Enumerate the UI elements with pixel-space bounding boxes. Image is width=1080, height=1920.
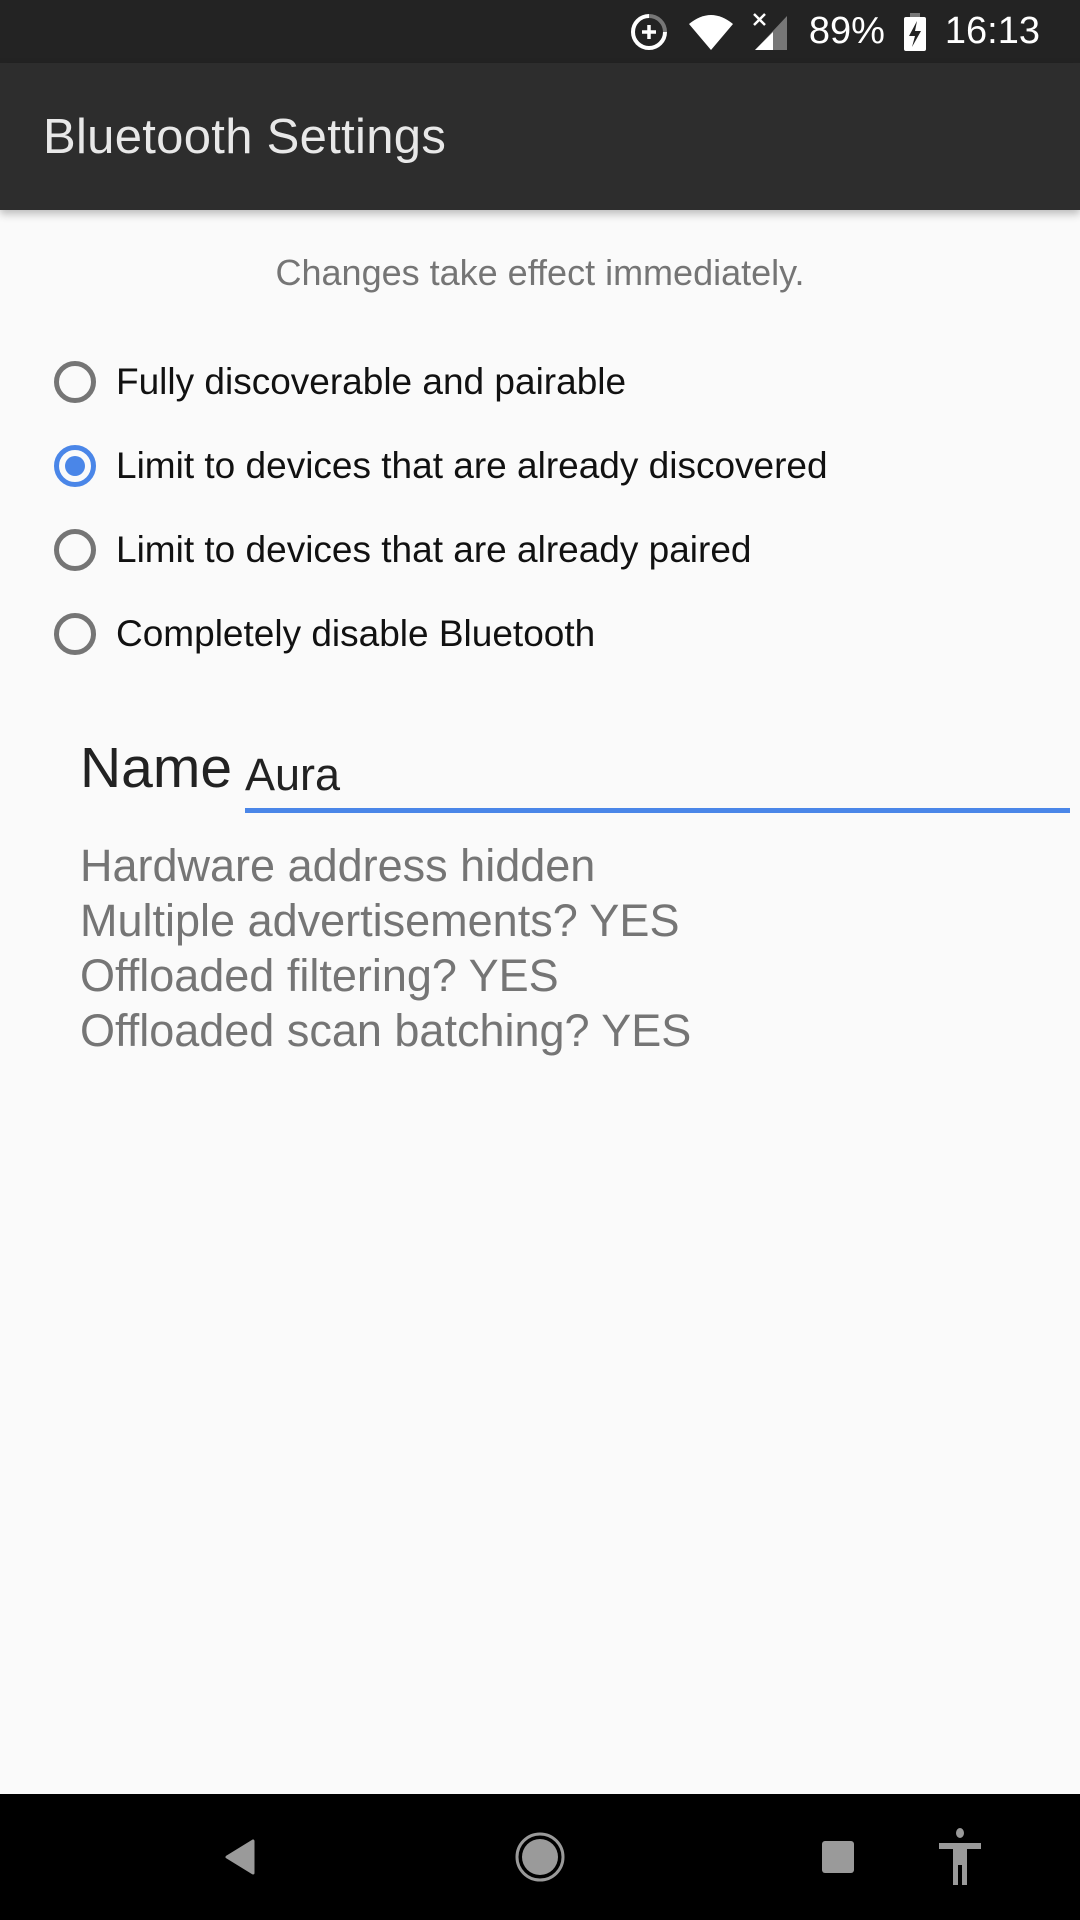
radio-button-selected[interactable] — [54, 445, 96, 487]
input-underline — [245, 808, 1070, 813]
info-multiple-advertisements: Multiple advertisements? YES — [80, 895, 680, 946]
radio-label: Limit to devices that are already paired — [116, 529, 752, 570]
home-icon — [515, 1832, 565, 1882]
wifi-icon — [687, 12, 735, 52]
radio-option-limit-paired[interactable]: Limit to devices that are already paired — [54, 515, 752, 585]
recents-icon — [822, 1841, 854, 1873]
name-label: Name — [80, 736, 233, 800]
app-bar: Bluetooth Settings — [0, 63, 1080, 210]
radio-option-disable-bluetooth[interactable]: Completely disable Bluetooth — [54, 599, 595, 669]
back-button[interactable] — [206, 1822, 276, 1892]
radio-label: Fully discoverable and pairable — [116, 361, 627, 402]
cell-signal-no-service-icon — [752, 12, 791, 52]
device-name-input[interactable] — [245, 745, 1070, 805]
back-icon — [225, 1839, 255, 1875]
radio-option-fully-discoverable[interactable]: Fully discoverable and pairable — [54, 347, 626, 417]
radio-button[interactable] — [54, 613, 96, 655]
device-name-row: Name — [80, 735, 1070, 815]
radio-label: Completely disable Bluetooth — [116, 613, 596, 654]
data-saver-icon — [629, 12, 669, 52]
accessibility-button[interactable] — [925, 1822, 995, 1892]
radio-button[interactable] — [54, 529, 96, 571]
radio-label: Limit to devices that are already discov… — [116, 445, 828, 486]
info-offloaded-scan-batching: Offloaded scan batching? YES — [80, 1005, 692, 1056]
clock: 16:13 — [944, 10, 1040, 52]
radio-option-limit-discovered[interactable]: Limit to devices that are already discov… — [54, 431, 828, 501]
hint-text: Changes take effect immediately. — [275, 252, 805, 293]
radio-button[interactable] — [54, 361, 96, 403]
status-bar: 89% 16:13 — [0, 0, 1080, 63]
battery-charging-icon — [903, 12, 927, 52]
home-button[interactable] — [505, 1822, 575, 1892]
recents-button[interactable] — [803, 1822, 873, 1892]
status-icons: 89% 16:13 — [629, 0, 1040, 63]
navigation-bar — [0, 1794, 1080, 1920]
info-offloaded-filtering: Offloaded filtering? YES — [80, 950, 559, 1001]
accessibility-icon — [939, 1828, 981, 1885]
battery-percent: 89% — [808, 10, 885, 52]
info-hardware-address: Hardware address hidden — [80, 840, 596, 891]
bluetooth-info: Hardware address hidden Multiple adverti… — [80, 838, 691, 1058]
page-title: Bluetooth Settings — [43, 110, 447, 164]
